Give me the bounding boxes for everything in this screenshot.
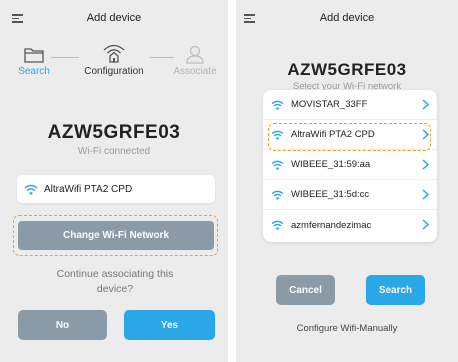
yes-button[interactable]: Yes <box>124 310 215 340</box>
continue-question: Continue associating this device? <box>56 268 174 295</box>
step-search: Search <box>12 45 56 77</box>
chevron-right-icon <box>422 189 429 200</box>
step-configuration: Configuration <box>76 42 152 77</box>
highlight-box <box>268 123 431 151</box>
network-row[interactable]: MOVISTAR_33FF <box>263 90 437 120</box>
chevron-right-icon <box>422 99 429 110</box>
step-associate: Associate <box>168 45 222 77</box>
chevron-right-icon <box>422 159 429 170</box>
wifi-icon <box>24 184 38 195</box>
wifi-icon <box>271 220 284 230</box>
network-row[interactable]: WIBEEE_31:59:aa <box>263 150 437 180</box>
wifi-icon <box>271 100 284 110</box>
step-label: Associate <box>173 66 217 77</box>
folder-icon <box>24 48 44 63</box>
network-row[interactable]: azmfernandezimac <box>263 210 437 240</box>
search-button[interactable]: Search <box>366 275 425 305</box>
wifi-icon <box>271 190 284 200</box>
connected-network-card: AltraWifi PTA2 CPD <box>17 175 215 203</box>
wifi-icon <box>271 160 284 170</box>
network-row[interactable]: WIBEEE_31:5d:cc <box>263 180 437 210</box>
device-status: Wi-Fi connected <box>77 146 151 157</box>
connected-network-name: AltraWifi PTA2 CPD <box>44 183 133 195</box>
change-wifi-network-button[interactable]: Change Wi-Fi Network <box>18 221 214 250</box>
step-label: Configuration <box>84 66 144 77</box>
network-name: WIBEEE_31:5d:cc <box>291 189 370 200</box>
user-icon <box>186 45 204 64</box>
network-name: WIBEEE_31:59:aa <box>291 159 371 170</box>
configure-manually-link[interactable]: Configure Wifi-Manually <box>236 323 458 334</box>
no-button[interactable]: No <box>18 310 107 340</box>
router-wifi-icon <box>103 44 125 63</box>
network-list: MOVISTAR_33FF AltraWifi PTA2 CPD WIBEEE_… <box>263 90 437 242</box>
network-name: azmfernandezimac <box>291 219 372 231</box>
cancel-button[interactable]: Cancel <box>276 275 335 305</box>
step-label: Search <box>18 66 50 77</box>
device-name: AZW5GRFE03 <box>287 60 407 79</box>
network-name: MOVISTAR_33FF <box>291 99 368 110</box>
header-title: Add device <box>319 12 375 24</box>
device-name: AZW5GRFE03 <box>47 122 181 143</box>
chevron-right-icon <box>422 219 429 230</box>
header-title: Add device <box>86 12 142 24</box>
